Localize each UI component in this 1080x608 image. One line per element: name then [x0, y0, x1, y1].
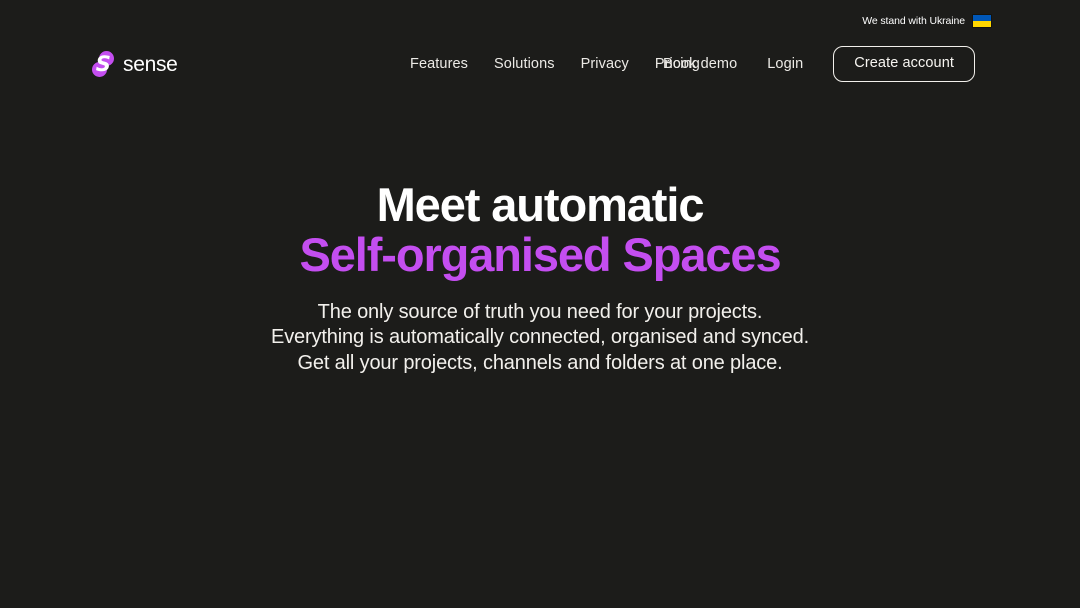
sense-logo-icon: S — [92, 51, 114, 77]
ukraine-flag-icon — [972, 14, 992, 28]
site-header: S sense Features Solutions Privacy Prici… — [0, 44, 1080, 84]
login-link[interactable]: Login — [767, 57, 803, 72]
brand-name: sense — [123, 52, 178, 76]
hero-subtitle-line-1: The only source of truth you need for yo… — [317, 300, 763, 323]
hero-subtitle-line-2: Everything is automatically connected, o… — [271, 326, 809, 349]
nav-item-privacy[interactable]: Privacy — [581, 57, 655, 72]
main-navigation: Features Solutions Privacy Pricing — [410, 57, 700, 72]
nav-item-solutions[interactable]: Solutions — [494, 57, 581, 72]
hero-section: Meet automatic Self-organised Spaces The… — [0, 180, 1080, 376]
header-actions: Book demo Login Create account — [663, 46, 975, 82]
hero-title: Meet automatic Self-organised Spaces — [0, 180, 1080, 280]
create-account-button[interactable]: Create account — [833, 46, 975, 82]
ukraine-solidarity-banner: We stand with Ukraine — [862, 13, 992, 29]
hero-title-line-2: Self-organised Spaces — [299, 227, 781, 281]
logo-letter: S — [95, 51, 111, 76]
hero-title-line-1: Meet automatic — [376, 178, 705, 231]
ukraine-solidarity-text: We stand with Ukraine — [862, 14, 965, 27]
nav-item-features[interactable]: Features — [410, 57, 494, 72]
flag-band-yellow — [973, 21, 991, 27]
book-demo-link[interactable]: Book demo — [663, 57, 737, 72]
brand-logo-link[interactable]: S sense — [92, 47, 178, 81]
hero-subtitle: The only source of truth you need for yo… — [0, 300, 1080, 377]
hero-subtitle-line-3: Get all your projects, channels and fold… — [297, 351, 783, 374]
